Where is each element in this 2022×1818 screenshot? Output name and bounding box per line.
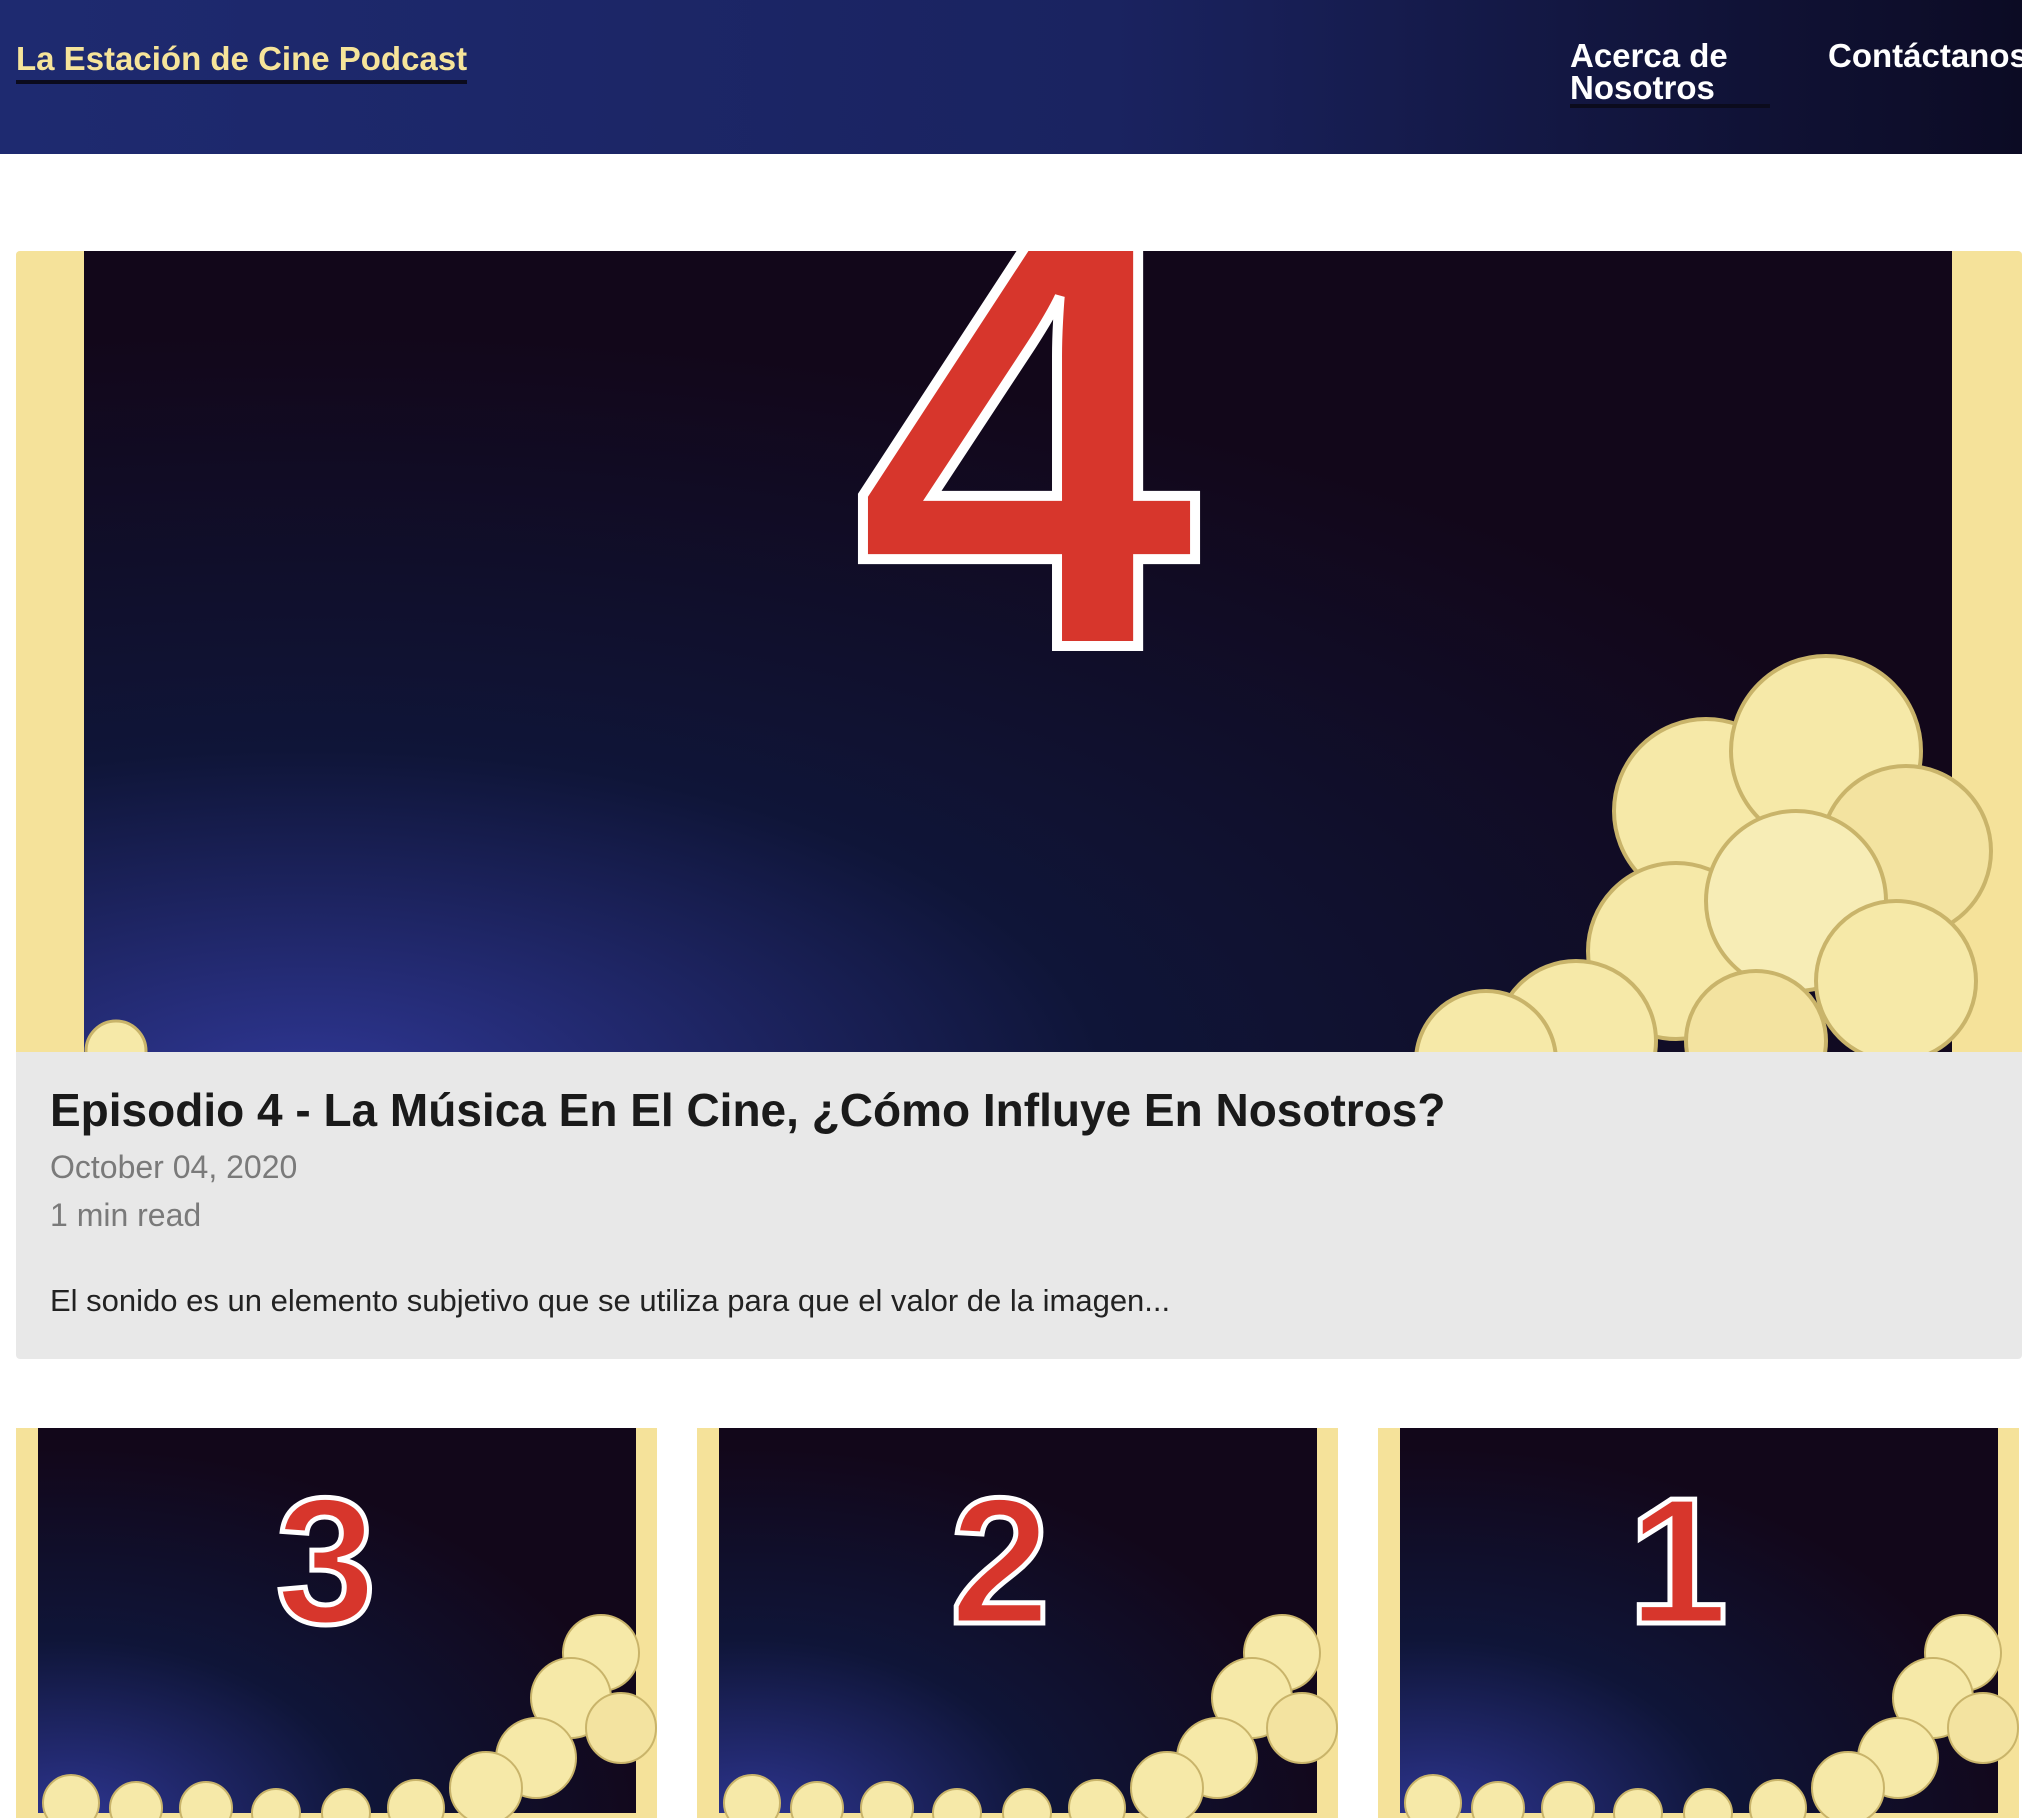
nav-about-link[interactable]: Acerca de Nosotros	[1570, 39, 1770, 108]
site-brand-link[interactable]: La Estación de Cine Podcast	[16, 40, 468, 84]
site-header: La Estación de Cine Podcast Acerca de No…	[0, 0, 2022, 154]
featured-post-excerpt: El sonido es un elemento subjetivo que s…	[50, 1283, 1171, 1318]
episode-card-image[interactable]: 1	[1378, 1428, 2019, 1818]
featured-episode-number: 4	[854, 251, 1203, 778]
episode-number: 2	[950, 1461, 1050, 1662]
episode-card[interactable]: 1	[1378, 1428, 2019, 1818]
featured-post-title[interactable]: Episodio 4 - La Música En El Cine, ¿Cómo…	[50, 1083, 1445, 1137]
episode-card-image[interactable]: 3	[16, 1428, 657, 1818]
nav-contact-link[interactable]: Contáctanos	[1828, 39, 2022, 72]
episode-card-image[interactable]: 2	[697, 1428, 1338, 1818]
episode-card[interactable]: 2	[697, 1428, 1338, 1818]
episode-number: 1	[1628, 1461, 1728, 1662]
featured-post-read-time: 1 min read	[50, 1197, 202, 1233]
episode-number: 3	[276, 1461, 376, 1662]
featured-post-date: October 04, 2020	[50, 1149, 298, 1185]
featured-post-card[interactable]: 4 Episodio 4 - La Música En El Cine, ¿Có…	[16, 251, 2022, 1359]
episode-card[interactable]: 3	[16, 1428, 657, 1818]
featured-post-image[interactable]: 4	[16, 251, 2022, 1052]
